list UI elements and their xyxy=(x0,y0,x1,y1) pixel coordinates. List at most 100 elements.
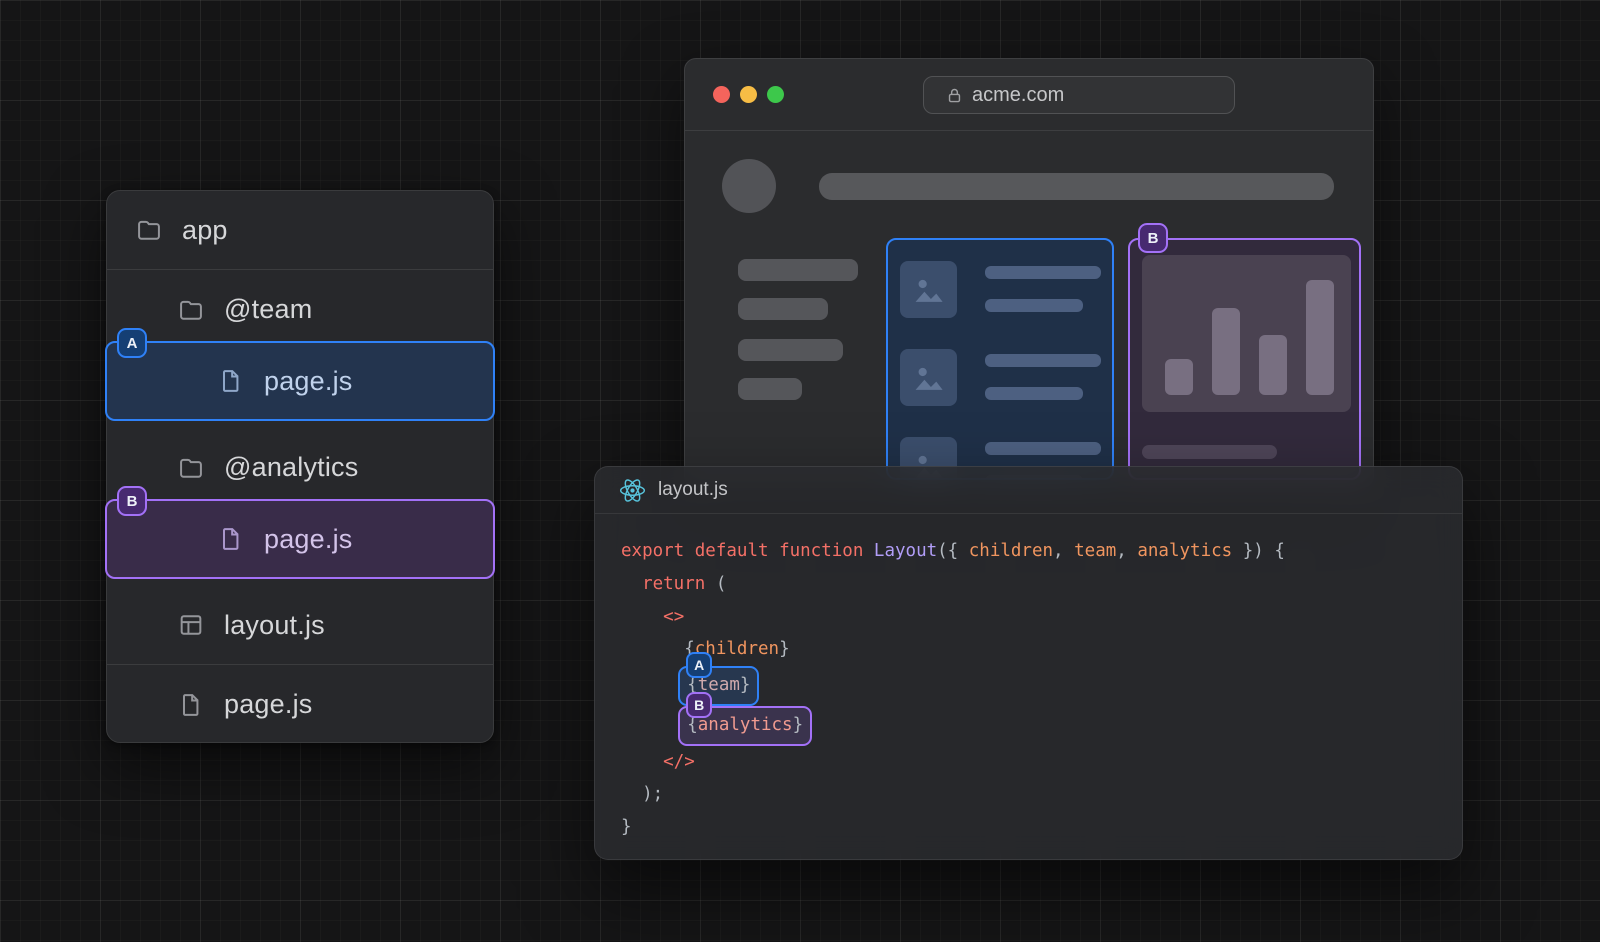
code-token: default xyxy=(695,541,769,561)
list-item-skeleton xyxy=(900,349,1104,406)
text-skeleton-line xyxy=(1142,445,1277,459)
layout-icon xyxy=(177,611,205,639)
slot-badge-b: B xyxy=(117,486,147,516)
text-skeleton-line xyxy=(985,387,1083,400)
code-token: export xyxy=(621,541,684,561)
code-line: <> xyxy=(621,601,1436,634)
code-area: export default function Layout({ childre… xyxy=(595,514,1462,844)
code-token: , xyxy=(1116,541,1137,561)
editor-titlebar: layout.js xyxy=(595,467,1462,514)
tree-highlight-b: Bpage.js xyxy=(105,499,495,579)
code-token: <> xyxy=(663,607,684,627)
tree-row-content: layout.js xyxy=(107,586,493,664)
file-icon xyxy=(177,691,205,719)
code-token: </> xyxy=(663,752,695,772)
code-token: analytics xyxy=(1137,541,1232,561)
code-token xyxy=(684,541,695,561)
code-token: }) { xyxy=(1232,541,1285,561)
tree-row-content: @team xyxy=(107,270,493,349)
code-token xyxy=(621,752,663,772)
code-token: } xyxy=(793,715,804,735)
traffic-light-zoom[interactable] xyxy=(767,86,784,103)
browser-content: A B xyxy=(685,131,1373,488)
chart-bar xyxy=(1212,308,1240,395)
image-placeholder-icon xyxy=(900,261,957,318)
code-token: analytics xyxy=(698,715,793,735)
slot-badge-b: B xyxy=(1138,223,1168,253)
code-token xyxy=(621,639,684,659)
tree-row-content: page.js xyxy=(107,665,493,744)
code-line: {children} xyxy=(621,633,1436,666)
list-item-skeleton xyxy=(900,261,1104,318)
folder-icon xyxy=(177,454,205,482)
browser-window: acme.com A B xyxy=(684,58,1374,488)
traffic-light-minimize[interactable] xyxy=(740,86,757,103)
analytics-slot-card xyxy=(1128,238,1361,480)
tree-item-page-js[interactable]: page.js xyxy=(107,665,493,744)
url-bar[interactable]: acme.com xyxy=(923,76,1235,114)
code-editor-panel: layout.js export default function Layout… xyxy=(594,466,1463,860)
code-line: return ( xyxy=(621,568,1436,601)
file-icon xyxy=(217,525,245,553)
file-icon xyxy=(217,367,245,395)
sidebar-skeleton-bar xyxy=(738,298,828,320)
tree-item-layout-js[interactable]: layout.js xyxy=(107,586,493,665)
sidebar-skeleton-bar xyxy=(738,339,843,361)
file-label: page.js xyxy=(224,689,312,720)
code-token: function xyxy=(779,541,863,561)
slot-badge-a: A xyxy=(686,652,712,678)
text-skeleton-line xyxy=(985,299,1083,312)
code-line: export default function Layout({ childre… xyxy=(621,535,1436,568)
code-token: children xyxy=(969,541,1053,561)
text-skeleton-line xyxy=(985,442,1101,455)
code-token: } xyxy=(740,675,751,695)
code-token xyxy=(621,676,684,696)
file-label: page.js xyxy=(264,524,352,555)
code-token: ( xyxy=(705,574,726,594)
chart-bar xyxy=(1165,359,1193,395)
chart-bar xyxy=(1259,335,1287,395)
slot-badge-a: A xyxy=(117,328,147,358)
editor-tab-title: layout.js xyxy=(658,479,728,501)
tree-item-page-js[interactable]: Bpage.js xyxy=(107,507,493,586)
react-icon xyxy=(619,477,646,504)
file-label: page.js xyxy=(264,366,352,397)
code-token: } xyxy=(621,817,632,837)
file-tree-panel: app @team Apage.js @analytics Bpage.js layout… xyxy=(106,190,494,743)
lock-icon xyxy=(946,87,963,104)
code-token: return xyxy=(642,574,705,594)
file-label: @analytics xyxy=(224,452,358,483)
browser-titlebar: acme.com xyxy=(685,59,1373,131)
bar-chart-placeholder xyxy=(1142,255,1351,412)
file-label: @team xyxy=(224,294,312,325)
tree-highlight-a: Apage.js xyxy=(105,341,495,421)
sidebar-skeleton-bar xyxy=(738,259,858,281)
tree-item--analytics[interactable]: @analytics xyxy=(107,428,493,507)
code-token: team xyxy=(1074,541,1116,561)
code-token: , xyxy=(1053,541,1074,561)
code-token: ); xyxy=(642,784,663,804)
image-placeholder-icon xyxy=(900,349,957,406)
code-token: } xyxy=(779,639,790,659)
text-skeleton-line xyxy=(985,354,1101,367)
tree-item--team[interactable]: @team xyxy=(107,270,493,349)
code-line: </> xyxy=(621,746,1436,779)
code-token: Layout xyxy=(874,541,937,561)
code-token xyxy=(621,574,642,594)
sidebar-skeleton-bar xyxy=(738,378,802,400)
tree-item-page-js[interactable]: Apage.js xyxy=(107,349,493,428)
team-slot-card xyxy=(886,238,1114,480)
chart-bar xyxy=(1306,280,1334,395)
code-token xyxy=(863,541,874,561)
file-label: app xyxy=(182,215,228,246)
code-token xyxy=(621,607,663,627)
tree-item-app[interactable]: app xyxy=(107,191,493,270)
file-label: layout.js xyxy=(224,610,325,641)
avatar xyxy=(722,159,776,213)
code-line: B{analytics} xyxy=(621,706,1436,746)
traffic-light-close[interactable] xyxy=(713,86,730,103)
tree-row-content: app xyxy=(107,191,493,269)
slot-badge-b: B xyxy=(686,692,712,718)
slot-highlight-b: B{analytics} xyxy=(678,706,812,746)
code-token: ({ xyxy=(937,541,969,561)
